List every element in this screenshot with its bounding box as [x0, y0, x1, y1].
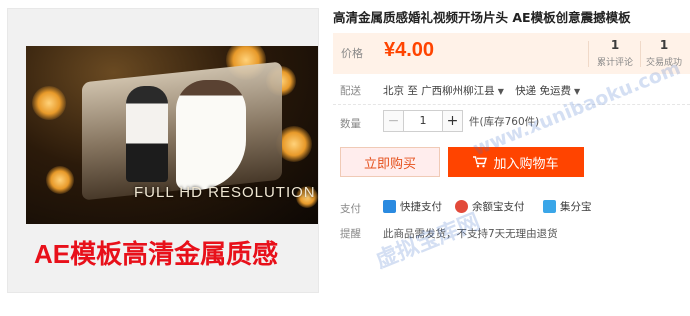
review-count-number: 1 [610, 38, 620, 52]
decrease-button[interactable]: − [384, 111, 404, 131]
delivery-to-select[interactable]: 广西柳州柳江县 ▼ [421, 85, 512, 97]
product-photo[interactable]: FULL HD RESOLUTION [26, 46, 318, 224]
bokeh-light [32, 86, 66, 120]
payment-method-quickpay: 快捷支付 [383, 199, 442, 214]
delivery-label: 配送 [340, 85, 361, 97]
add-to-cart-label: 加入购物车 [493, 156, 559, 172]
payment-method-yuebao: 余额宝支付 [455, 199, 525, 214]
buy-now-button[interactable]: 立即购买 [340, 147, 440, 177]
photo-caption: FULL HD RESOLUTION [134, 184, 316, 201]
divider [333, 104, 690, 105]
delivery-method-select[interactable]: 快递 免运费 ▼ [515, 85, 588, 97]
product-banner: AE模板高清金属质感 [34, 239, 279, 269]
quantity-stepper: − 1 + [383, 110, 463, 132]
quantity-input[interactable]: 1 [404, 111, 442, 131]
price-value: ¥4.00 [384, 39, 435, 61]
sales-count[interactable]: 1 交易成功 [639, 38, 689, 68]
add-to-cart-button[interactable]: 加入购物车 [448, 147, 584, 177]
jifenbao-icon [543, 200, 556, 213]
delivery-info: 北京 至 广西柳州柳江县 ▼ 快递 免运费 ▼ [383, 83, 588, 98]
payment-method-label: 余额宝支付 [472, 201, 525, 213]
payment-method-label: 集分宝 [560, 201, 592, 213]
payment-method-label: 快捷支付 [400, 201, 442, 213]
stock-info: 件(库存760件) [469, 116, 540, 128]
delivery-to: 广西柳州柳江县 [421, 85, 495, 97]
notice-label: 提醒 [340, 228, 361, 240]
yuebao-icon [455, 200, 468, 213]
increase-button[interactable]: + [442, 111, 462, 131]
price-label: 价格 [341, 47, 363, 60]
quickpay-icon [383, 200, 396, 213]
notice-text: 此商品需发货，不支持7天无理由退货 [383, 228, 558, 240]
cart-icon [473, 156, 488, 168]
product-title: 高清金属质感婚礼视频开场片头 AE模板创意震撼模板 [333, 10, 631, 25]
delivery-method: 快递 免运费 [515, 85, 572, 97]
product-image-panel: FULL HD RESOLUTION AE模板高清金属质感 [7, 8, 319, 293]
payment-method-jifenbao: 集分宝 [543, 199, 592, 214]
review-count[interactable]: 1 累计评论 [590, 38, 640, 68]
groom-figure [126, 86, 168, 182]
sales-count-number: 1 [659, 38, 669, 52]
review-count-label: 累计评论 [596, 58, 633, 68]
chevron-down-icon: ▼ [574, 87, 581, 96]
chevron-down-icon: ▼ [497, 87, 504, 96]
price-box: 价格 ¥4.00 1 累计评论 1 交易成功 [333, 33, 690, 74]
payment-label: 支付 [340, 203, 361, 215]
divider [588, 41, 589, 67]
delivery-from: 北京 至 [383, 85, 418, 97]
sales-count-label: 交易成功 [645, 58, 682, 68]
bokeh-light [46, 166, 74, 194]
quantity-label: 数量 [340, 118, 361, 130]
